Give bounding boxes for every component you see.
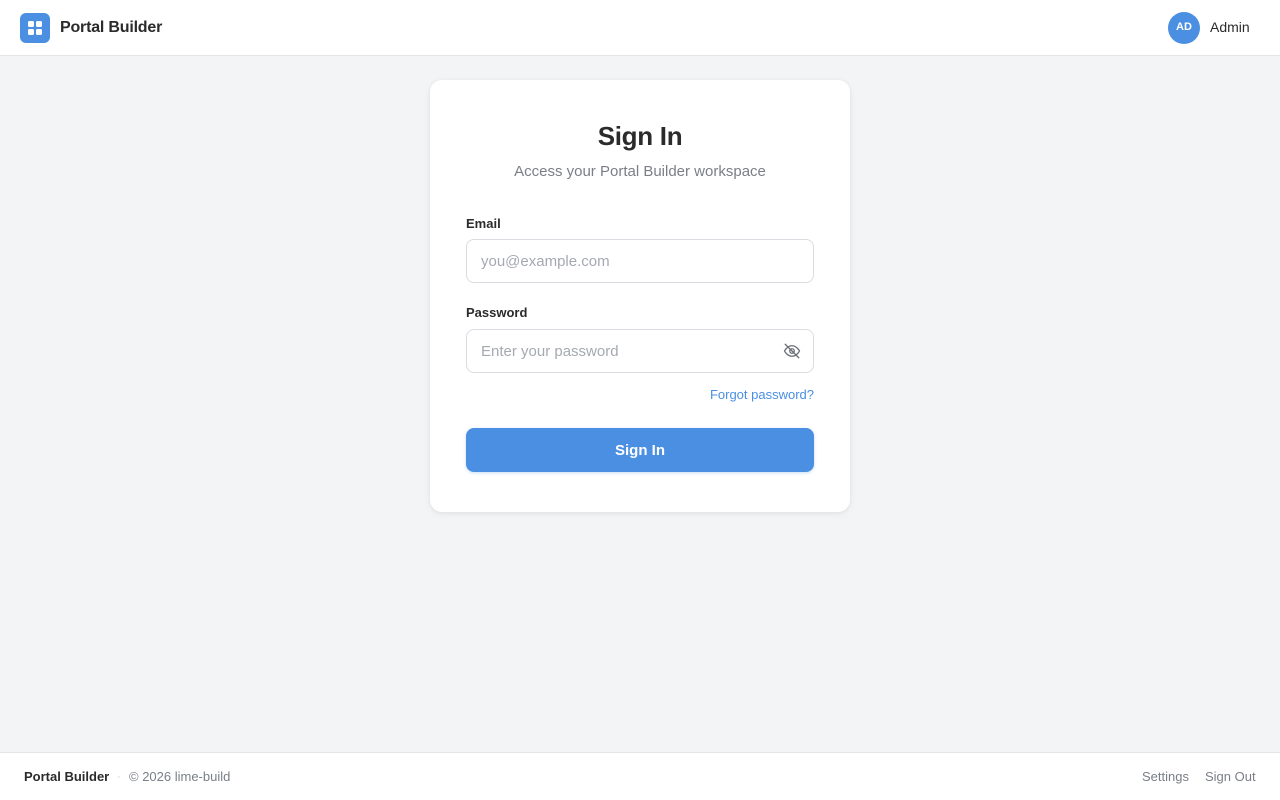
page-title: Sign In: [597, 121, 683, 151]
password-field[interactable]: [466, 329, 814, 373]
eye-off-icon[interactable]: [782, 342, 802, 360]
user-name[interactable]: Admin: [1210, 19, 1250, 35]
email-field[interactable]: [466, 239, 814, 283]
page-subtitle: Access your Portal Builder workspace: [514, 163, 766, 180]
grid-icon[interactable]: [20, 13, 50, 43]
sign-in-card: Sign In Access your Portal Builder works…: [430, 80, 850, 512]
footer-separator: ·: [117, 771, 121, 783]
footer-brand: Portal Builder: [24, 769, 110, 784]
password-label: Password: [466, 305, 528, 320]
app-title[interactable]: Portal Builder: [60, 18, 162, 38]
avatar[interactable]: AD: [1168, 12, 1200, 44]
footer-settings-link[interactable]: Settings: [1142, 769, 1189, 785]
sign-in-button[interactable]: Sign In: [466, 428, 814, 472]
top-bar: Portal Builder AD Admin: [0, 0, 1280, 56]
footer: Portal Builder · © 2026 lime-build Setti…: [0, 752, 1280, 800]
footer-sign-out-link[interactable]: Sign Out: [1205, 769, 1256, 785]
forgot-password-link[interactable]: Forgot password?: [710, 387, 814, 403]
email-label: Email: [466, 216, 501, 231]
footer-copyright: © 2026 lime-build: [129, 769, 231, 784]
